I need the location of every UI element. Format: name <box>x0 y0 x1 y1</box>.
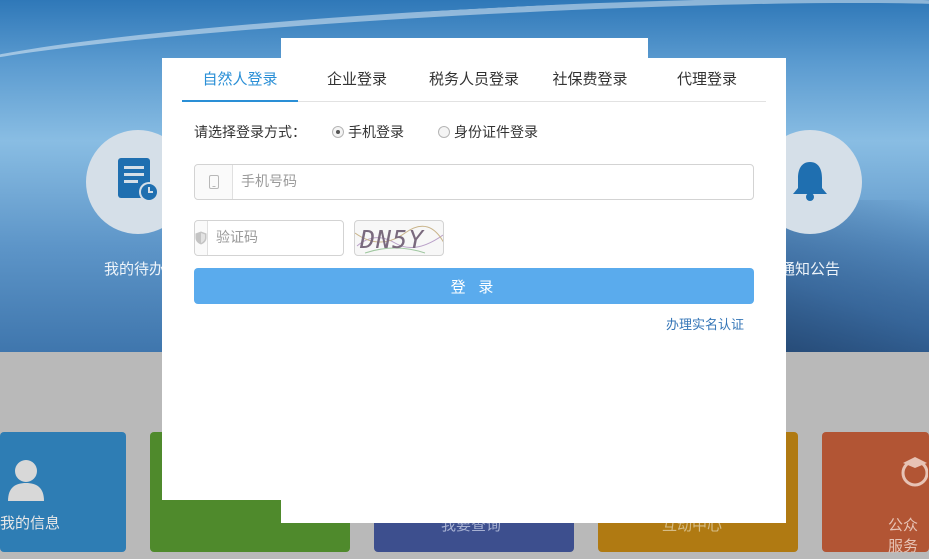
tile-public-service-label: 公众服务 <box>888 516 919 555</box>
tab-tax-officer[interactable]: 税务人员登录 <box>416 58 532 102</box>
radio-phone-label: 手机登录 <box>348 125 404 141</box>
document-clock-icon <box>116 156 160 208</box>
login-dialog-extension <box>281 498 786 523</box>
login-tabs: 自然人登录 企业登录 税务人员登录 社保费登录 代理登录 <box>182 58 766 102</box>
login-dialog: 自然人登录 企业登录 税务人员登录 社保费登录 代理登录 请选择登录方式： 手机… <box>162 58 786 500</box>
radio-phone-login[interactable]: 手机登录 <box>332 122 404 142</box>
user-icon <box>6 457 46 507</box>
tab-enterprise[interactable]: 企业登录 <box>298 58 416 102</box>
captcha-image[interactable]: DN5Y <box>354 220 444 256</box>
radio-id-label: 身份证件登录 <box>454 125 538 141</box>
shield-icon <box>195 221 208 255</box>
tab-natural-person[interactable]: 自然人登录 <box>182 58 298 102</box>
login-button[interactable]: 登 录 <box>194 268 754 304</box>
mobile-icon <box>195 165 233 199</box>
notice-label: 通知公告 <box>780 260 841 278</box>
radio-id-indicator[interactable] <box>438 126 450 138</box>
captcha-field <box>194 220 390 256</box>
tab-agent[interactable]: 代理登录 <box>648 58 766 102</box>
bell-icon <box>790 158 830 206</box>
phone-field <box>194 164 754 200</box>
radio-id-login[interactable]: 身份证件登录 <box>438 122 538 142</box>
radio-phone-indicator[interactable] <box>332 126 344 138</box>
phone-input[interactable] <box>233 165 753 199</box>
login-method-row: 请选择登录方式： 手机登录 身份证件登录 <box>194 122 538 142</box>
tab-social-security[interactable]: 社保费登录 <box>532 58 648 102</box>
real-name-verify-link[interactable]: 办理实名认证 <box>666 314 744 333</box>
service-user-icon <box>898 457 929 501</box>
tile-my-info-label: 我的信息 <box>0 514 61 532</box>
captcha-text: DN5Y <box>359 225 425 254</box>
login-method-label: 请选择登录方式： <box>194 125 306 141</box>
todo-label: 我的待办 <box>104 260 165 278</box>
